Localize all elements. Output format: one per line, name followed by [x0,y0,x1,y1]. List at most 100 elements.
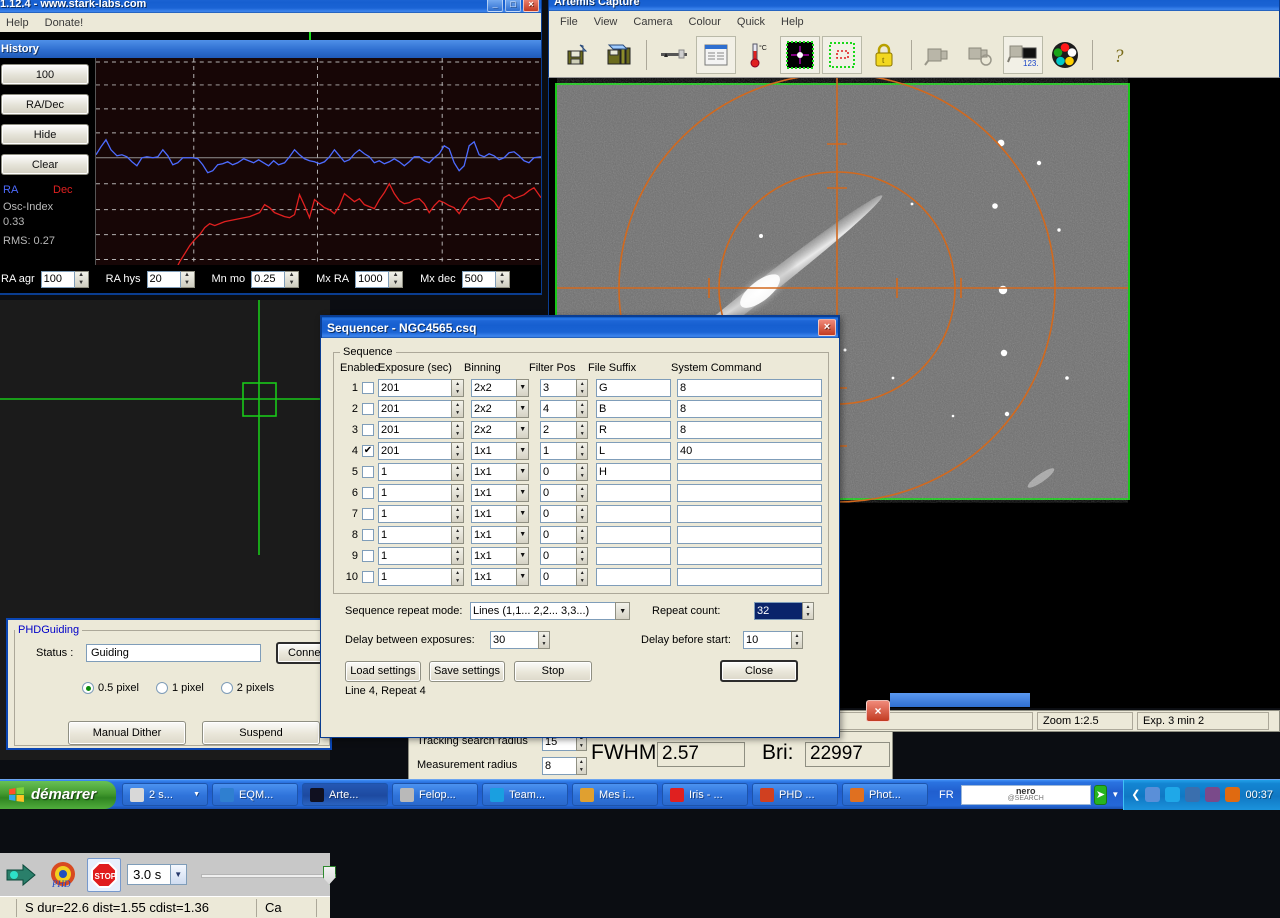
artemis-titlebar[interactable]: Artemis Capture [548,0,1280,11]
menu-donate[interactable]: Donate! [38,15,91,31]
row-filter-stepper[interactable]: ▲▼ [540,379,588,397]
row-binning-input[interactable] [471,526,516,544]
row-command-field[interactable] [677,484,822,502]
dither-option-two-pixels[interactable]: 2 pixels [221,682,274,694]
row-filter-arrows[interactable]: ▲▼ [576,379,588,397]
row-enabled-checkbox[interactable] [362,487,378,499]
row-command-input[interactable] [677,505,822,523]
delay-between-input[interactable] [490,631,538,649]
row-command-input[interactable] [677,442,822,460]
chevron-down-icon[interactable]: ▼ [1111,790,1119,799]
loop-arrow-icon[interactable] [4,858,40,892]
chevron-down-icon[interactable]: ▼ [516,463,529,481]
crosshair-target-icon[interactable] [780,36,820,74]
history-header[interactable]: History [0,40,542,58]
chevron-down-icon[interactable]: ▼ [193,791,200,798]
dashed-subframe-icon[interactable] [822,36,862,74]
row-exposure-arrows[interactable]: ▲▼ [451,526,464,544]
row-filter-stepper[interactable]: ▲▼ [540,442,588,460]
row-command-input[interactable] [677,547,822,565]
row-suffix-input[interactable] [596,442,671,460]
row-command-input[interactable] [677,568,822,586]
ra-hys-arrows[interactable]: ▲▼ [181,271,195,288]
chevron-down-icon[interactable]: ▼ [516,421,529,439]
row-binning-input[interactable] [471,379,516,397]
row-binning-input[interactable] [471,442,516,460]
close-dialog-button[interactable]: Close [720,660,798,682]
repeat-count-stepper[interactable]: ▲▼ [754,602,814,620]
row-command-field[interactable] [677,400,822,418]
clear-button[interactable]: Clear [1,154,89,175]
mx-ra-input[interactable] [355,271,389,288]
row-command-input[interactable] [677,484,822,502]
shield-icon[interactable] [1185,787,1200,802]
maximize-button[interactable]: □ [505,0,521,12]
row-suffix-input[interactable] [596,421,671,439]
camera-sequence-icon[interactable]: 123.. [1003,36,1043,74]
row-exposure-arrows[interactable]: ▲▼ [451,505,464,523]
taskbar-item[interactable]: Felop... [392,783,478,806]
chevron-down-icon[interactable]: ▼ [516,526,529,544]
row-command-field[interactable] [677,547,822,565]
ra-hys-input[interactable] [147,271,181,288]
row-binning-dropdown[interactable]: ▼ [471,505,529,523]
taskbar-item[interactable]: Arte... [302,783,388,806]
phd-graph-titlebar[interactable]: 1.12.4 - www.stark-labs.com _ □ × [0,0,542,13]
row-command-input[interactable] [677,400,822,418]
row-exposure-input[interactable] [378,442,451,460]
row-enabled-checkbox[interactable] [362,571,378,583]
row-suffix-field[interactable] [596,526,671,544]
row-exposure-input[interactable] [378,568,451,586]
row-exposure-input[interactable] [378,400,451,418]
row-command-field[interactable] [677,505,822,523]
row-binning-input[interactable] [471,547,516,565]
delay-before-stepper[interactable]: ▲▼ [743,631,803,649]
chevron-down-icon[interactable]: ▼ [170,865,186,884]
mx-ra-stepper[interactable]: ▲▼ [355,271,403,288]
row-filter-arrows[interactable]: ▲▼ [576,568,588,586]
repeat-count-input[interactable] [754,602,802,620]
start-button[interactable]: démarrer [0,781,116,809]
taskbar-item[interactable]: 2 s...▼ [122,783,208,806]
menu-help[interactable]: Help [0,15,36,31]
taskbar-item[interactable]: Mes i... [572,783,658,806]
row-binning-dropdown[interactable]: ▼ [471,400,529,418]
row-exposure-stepper[interactable]: ▲▼ [378,484,464,502]
row-enabled-checkbox[interactable] [362,466,378,478]
row-filter-arrows[interactable]: ▲▼ [576,463,588,481]
ra-hys-stepper[interactable]: ▲▼ [147,271,195,288]
chevron-down-icon[interactable]: ▼ [516,484,529,502]
row-command-field[interactable] [677,379,822,397]
row-command-field[interactable] [677,442,822,460]
row-binning-input[interactable] [471,484,516,502]
row-command-field[interactable] [677,526,822,544]
row-enabled-checkbox[interactable] [362,550,378,562]
row-suffix-field[interactable] [596,463,671,481]
delay-before-arrows[interactable]: ▲▼ [791,631,803,649]
row-filter-stepper[interactable]: ▲▼ [540,484,588,502]
go-arrow-icon[interactable]: ➤ [1094,785,1108,805]
row-binning-dropdown[interactable]: ▼ [471,379,529,397]
row-filter-arrows[interactable]: ▲▼ [576,400,588,418]
lock-icon[interactable]: t [864,36,904,74]
network-icon[interactable] [1145,787,1160,802]
row-filter-input[interactable] [540,505,576,523]
guiding-graph-plot[interactable] [95,58,541,294]
taskbar-item[interactable]: Team... [482,783,568,806]
mx-ra-arrows[interactable]: ▲▼ [389,271,403,288]
dither-option-half-pixel[interactable]: 0.5 pixel [82,682,139,694]
save-icon[interactable] [557,36,597,74]
camera-loop-icon[interactable] [961,36,1001,74]
row-suffix-field[interactable] [596,484,671,502]
minimize-button[interactable]: _ [487,0,503,12]
menu-help[interactable]: Help [774,14,811,30]
row-suffix-input[interactable] [596,463,671,481]
sequencer-close-icon[interactable]: × [818,319,836,336]
row-filter-stepper[interactable]: ▲▼ [540,400,588,418]
manual-dither-button[interactable]: Manual Dither [68,721,186,745]
row-filter-stepper[interactable]: ▲▼ [540,547,588,565]
row-exposure-input[interactable] [378,484,451,502]
row-filter-stepper[interactable]: ▲▼ [540,568,588,586]
row-filter-input[interactable] [540,421,576,439]
row-exposure-arrows[interactable]: ▲▼ [451,421,464,439]
